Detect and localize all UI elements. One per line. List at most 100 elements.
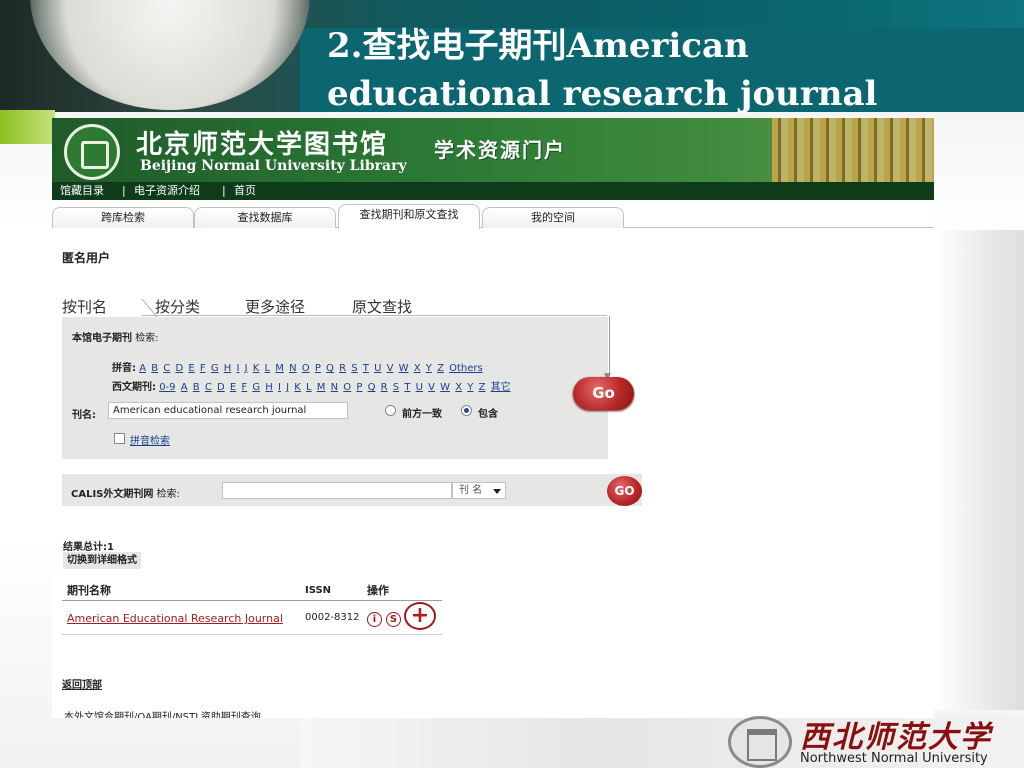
index-letter-link[interactable]: V: [428, 382, 435, 393]
index-letter-link[interactable]: O: [343, 382, 351, 393]
local-search-suffix: 检索:: [135, 333, 159, 344]
journal-name-label: 刊名:: [72, 410, 96, 421]
search-tab-fulltext[interactable]: 原文查找: [352, 296, 412, 317]
index-letter-link[interactable]: Y: [467, 382, 473, 393]
index-letter-link[interactable]: G: [252, 382, 260, 393]
index-letter-link[interactable]: A: [139, 363, 146, 374]
match-contains-label: 包含: [478, 409, 498, 420]
index-letter-link[interactable]: H: [265, 382, 273, 393]
index-letter-link[interactable]: F: [200, 363, 206, 374]
index-letter-link[interactable]: X: [414, 363, 421, 374]
index-letter-link[interactable]: B: [151, 363, 158, 374]
local-search-panel: 本馆电子期刊 检索: 拼音: A B C D E F G H I J K L M…: [62, 317, 608, 459]
journal-name-input[interactable]: [108, 402, 348, 419]
match-contains-radio[interactable]: [461, 405, 472, 416]
index-letter-link[interactable]: I: [236, 363, 239, 374]
library-name-en: Beijing Normal University Library: [140, 158, 407, 174]
index-letter-link[interactable]: N: [331, 382, 338, 393]
index-label: 拼音:: [112, 363, 136, 374]
index-letter-link[interactable]: Z: [437, 363, 444, 374]
calis-go-button[interactable]: GO: [607, 476, 642, 506]
index-letter-link[interactable]: L: [265, 363, 271, 374]
main-tabs: 跨库检索 查找数据库 查找期刊和原文查找 我的空间: [52, 204, 934, 229]
nav-eresources-link[interactable]: 电子资源介绍: [134, 182, 200, 200]
calis-suffix: 检索:: [156, 489, 180, 500]
calis-field-select[interactable]: 刊 名: [452, 482, 506, 499]
index-letter-link[interactable]: M: [275, 363, 284, 374]
result-title-link[interactable]: American Educational Research Journal: [67, 612, 283, 625]
index-letter-link[interactable]: Q: [368, 382, 376, 393]
index-letter-link[interactable]: S: [393, 382, 399, 393]
tab-find-database[interactable]: 查找数据库: [194, 207, 336, 228]
index-letter-link[interactable]: C: [163, 363, 170, 374]
index-letter-link[interactable]: R: [381, 382, 388, 393]
tower-image: [772, 118, 934, 182]
back-to-top-link[interactable]: 返回顶部: [62, 676, 102, 691]
slide-title-line1: 2.查找电子期刊American: [327, 26, 749, 66]
accent-stripe: [0, 110, 55, 144]
pinyin-index: 拼音: A B C D E F G H I J K L M N O P Q R …: [112, 359, 485, 374]
index-letter-link[interactable]: H: [224, 363, 232, 374]
calis-search-input[interactable]: [222, 482, 452, 499]
index-letter-link[interactable]: O: [302, 363, 310, 374]
nav-home-link[interactable]: 首页: [234, 182, 256, 200]
search-tab-more[interactable]: 更多途径: [245, 296, 305, 317]
tab-find-journal[interactable]: 查找期刊和原文查找: [338, 204, 480, 229]
index-letter-link[interactable]: D: [175, 363, 183, 374]
index-letter-link[interactable]: Z: [479, 382, 486, 393]
index-letter-link[interactable]: E: [188, 363, 194, 374]
index-letter-link[interactable]: D: [217, 382, 225, 393]
index-letter-link[interactable]: K: [294, 382, 301, 393]
index-letter-link[interactable]: 0-9: [159, 382, 175, 393]
index-letter-link[interactable]: U: [374, 363, 381, 374]
pinyin-search-label[interactable]: 拼音检索: [130, 432, 170, 447]
index-letter-link[interactable]: G: [211, 363, 219, 374]
index-letter-link[interactable]: I: [278, 382, 281, 393]
index-letter-link[interactable]: P: [315, 363, 321, 374]
pinyin-search-checkbox[interactable]: [114, 433, 125, 444]
local-search-heading: 本馆电子期刊 检索:: [72, 329, 159, 344]
index-letter-link[interactable]: F: [241, 382, 247, 393]
western-index: 西文期刊: 0-9 A B C D E F G H I J K L M N O …: [112, 378, 513, 393]
index-letter-link[interactable]: U: [416, 382, 423, 393]
local-search-label: 本馆电子期刊: [72, 333, 132, 344]
index-letter-link[interactable]: T: [363, 363, 369, 374]
index-letter-link[interactable]: T: [404, 382, 410, 393]
index-letter-link[interactable]: 其它: [491, 382, 511, 393]
tab-cross-search[interactable]: 跨库检索: [52, 207, 194, 228]
index-letter-link[interactable]: R: [339, 363, 346, 374]
index-letter-link[interactable]: N: [289, 363, 296, 374]
index-letter-link[interactable]: M: [317, 382, 326, 393]
index-letter-link[interactable]: Others: [449, 363, 483, 374]
index-letter-link[interactable]: P: [356, 382, 362, 393]
index-letter-link[interactable]: J: [245, 363, 248, 374]
sfx-icon[interactable]: S: [386, 612, 401, 627]
index-letter-link[interactable]: W: [399, 363, 409, 374]
index-letter-link[interactable]: Y: [426, 363, 432, 374]
index-letter-link[interactable]: W: [440, 382, 450, 393]
info-icon[interactable]: i: [367, 612, 382, 627]
index-letter-link[interactable]: V: [387, 363, 394, 374]
index-letter-link[interactable]: E: [230, 382, 236, 393]
index-letter-link[interactable]: A: [181, 382, 188, 393]
university-name-en: Northwest Normal University: [800, 751, 988, 766]
index-letter-link[interactable]: B: [193, 382, 200, 393]
index-letter-link[interactable]: C: [205, 382, 212, 393]
index-letter-link[interactable]: J: [286, 382, 289, 393]
search-tab-by-category[interactable]: 按分类: [155, 296, 200, 317]
index-letter-link[interactable]: K: [253, 363, 260, 374]
search-tab-by-title[interactable]: 按刊名: [62, 296, 107, 317]
index-letter-link[interactable]: X: [455, 382, 462, 393]
index-letter-link[interactable]: L: [306, 382, 312, 393]
index-letter-link[interactable]: S: [351, 363, 357, 374]
match-prefix-radio[interactable]: [385, 405, 396, 416]
header-divider: [62, 600, 442, 601]
tab-my-space[interactable]: 我的空间: [482, 207, 624, 228]
switch-format-button[interactable]: 切换到详细格式: [63, 552, 141, 569]
index-letter-link[interactable]: Q: [326, 363, 334, 374]
result-count: 结果总计:1: [63, 542, 114, 553]
go-button[interactable]: Go: [573, 377, 634, 410]
result-issn: 0002-8312: [305, 612, 360, 623]
nav-catalog-link[interactable]: 馆藏目录: [60, 182, 104, 200]
add-icon[interactable]: +: [404, 602, 436, 630]
